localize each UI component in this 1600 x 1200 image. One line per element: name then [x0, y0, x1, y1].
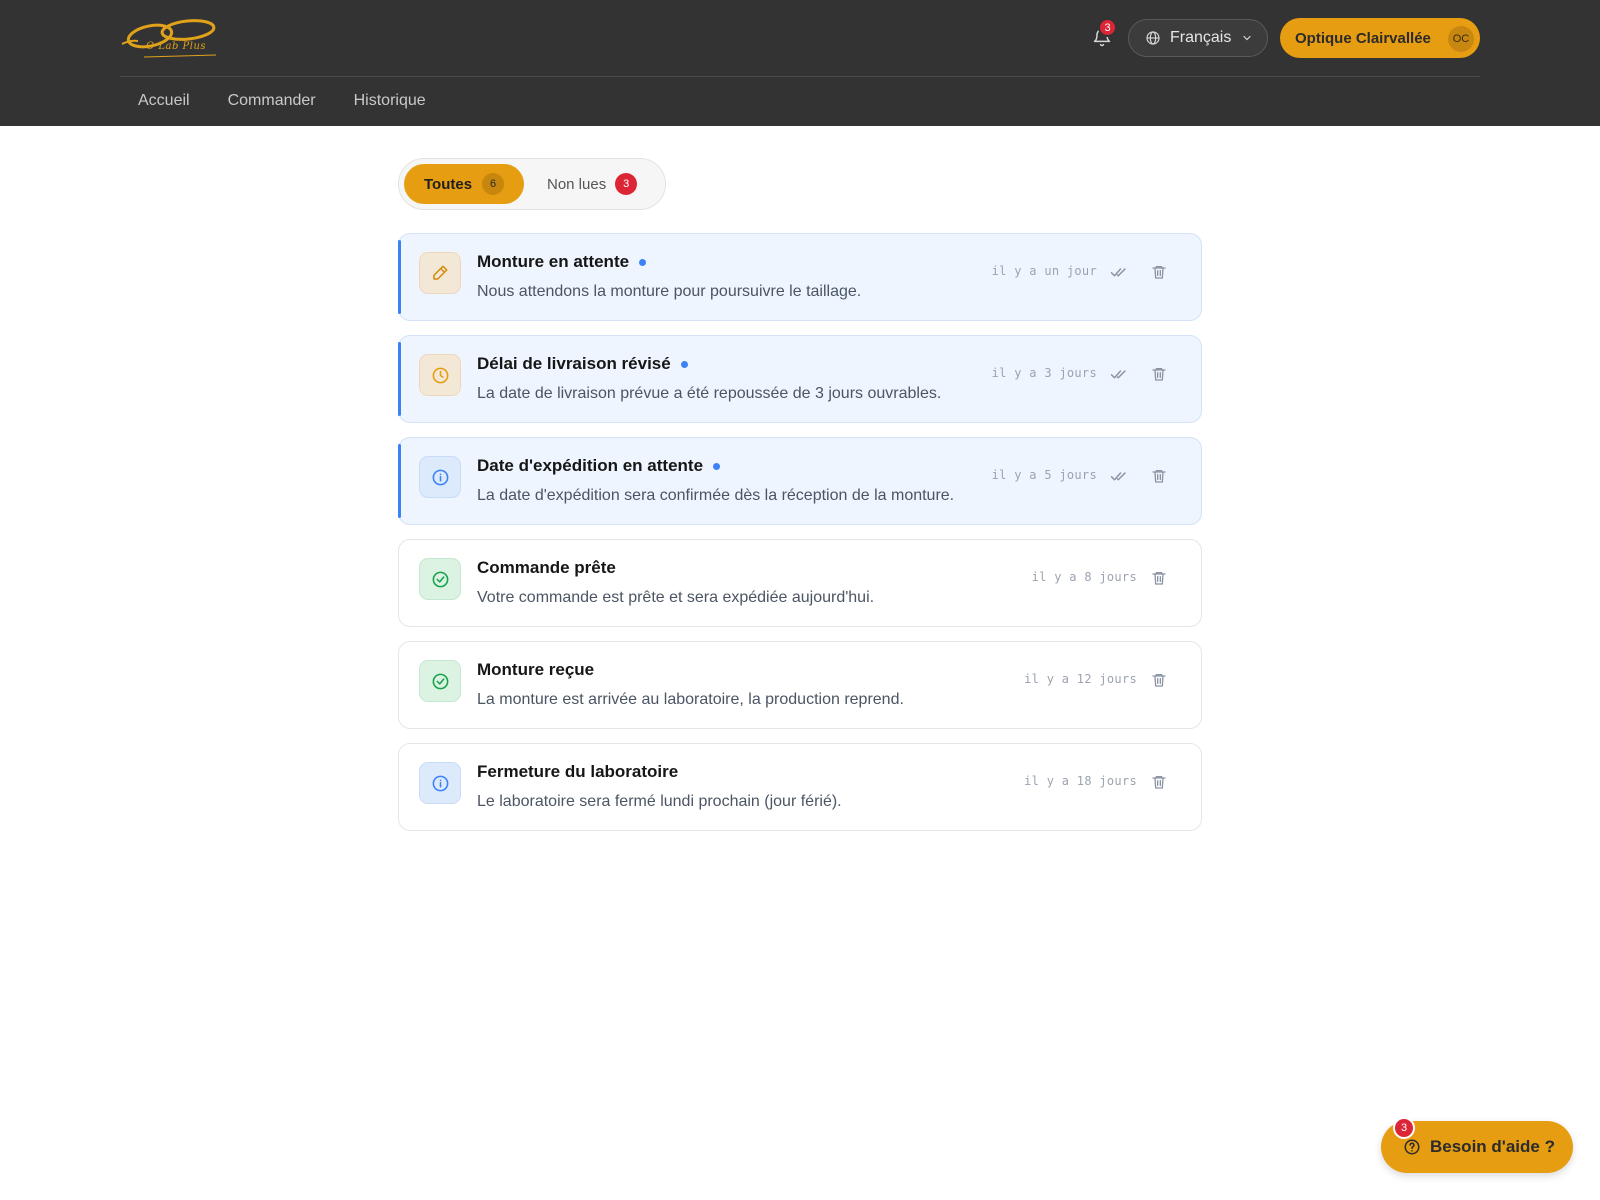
notification-title: Monture reçue: [477, 660, 594, 680]
tab-unread-count: 3: [615, 173, 638, 195]
brand-logo[interactable]: O Lab Plus: [120, 14, 220, 62]
notification-time: il y a 12 jours: [1024, 672, 1137, 686]
notification-item[interactable]: Fermeture du laboratoire Le laboratoire …: [398, 743, 1202, 831]
notification-title: Commande prête: [477, 558, 616, 578]
double-check-icon: [1110, 472, 1126, 481]
notification-message: La monture est arrivée au laboratoire, l…: [477, 691, 904, 708]
top-bar: O Lab Plus 3 Français Optique Clairvallé…: [0, 0, 1600, 126]
delete-button[interactable]: [1147, 260, 1171, 284]
trash-icon: [1152, 470, 1166, 483]
notification-time: il y a 5 jours: [991, 468, 1097, 482]
info-icon: [432, 469, 448, 485]
notification-item[interactable]: Délai de livraison révisé La date de liv…: [398, 335, 1202, 423]
logo-glasses-icon: [121, 19, 217, 58]
notification-type-icon: [419, 558, 461, 600]
notification-time: il y a 8 jours: [1031, 570, 1137, 584]
globe-icon: [1146, 31, 1160, 45]
notification-title-text: Monture en attente: [477, 252, 630, 271]
notification-type-icon: [419, 762, 461, 804]
notification-type-icon: [419, 252, 461, 294]
double-check-icon: [1110, 268, 1126, 277]
notification-title: Délai de livraison révisé: [477, 354, 688, 374]
notification-item[interactable]: Date d'expédition en attente La date d'e…: [398, 437, 1202, 525]
trash-icon: [1152, 776, 1166, 789]
notification-message: La date d'expédition sera confirmée dès …: [477, 487, 955, 504]
mark-as-read-button[interactable]: [1107, 464, 1131, 488]
notification-time: il y a 3 jours: [991, 366, 1097, 380]
language-label: Français: [1170, 29, 1232, 46]
notification-type-icon: [419, 660, 461, 702]
language-selector[interactable]: Français: [1128, 19, 1268, 57]
notification-message: La date de livraison prévue a été repous…: [477, 385, 942, 402]
chevron-down-icon: [1243, 35, 1251, 41]
tab-all-count: 6: [482, 173, 505, 195]
notification-message: Le laboratoire sera fermé lundi prochain…: [477, 793, 842, 810]
notification-count-badge: 3: [1098, 18, 1117, 37]
unread-dot: [713, 462, 721, 470]
header-divider: [120, 76, 1480, 77]
avatar: OC: [1448, 26, 1474, 52]
nav-item-accueil[interactable]: Accueil: [138, 88, 190, 110]
nav-item-historique[interactable]: Historique: [354, 88, 426, 110]
check-circle-icon: [432, 673, 448, 689]
notification-item[interactable]: Commande prête Votre commande est prête …: [398, 539, 1202, 627]
notification-title-text: Date d'expédition en attente: [477, 456, 704, 475]
notification-item[interactable]: Monture en attente Nous attendons la mon…: [398, 233, 1202, 321]
info-icon: [432, 775, 448, 791]
notification-time: il y a un jour: [991, 264, 1097, 278]
help-badge: 3: [1393, 1117, 1415, 1139]
trash-icon: [1152, 266, 1166, 279]
clock-icon: [432, 367, 448, 383]
account-menu-button[interactable]: Optique Clairvallée OC: [1280, 18, 1480, 58]
delete-button[interactable]: [1147, 566, 1171, 590]
main-nav: Accueil Commander Historique: [138, 88, 464, 110]
notification-list: Monture en attente Nous attendons la mon…: [398, 233, 1202, 845]
notification-type-icon: [419, 354, 461, 396]
notification-title: Fermeture du laboratoire: [477, 762, 678, 782]
tab-all-label: Toutes: [424, 175, 473, 193]
delete-button[interactable]: [1147, 668, 1171, 692]
notification-title: Monture en attente: [477, 252, 647, 272]
double-check-icon: [1110, 370, 1126, 379]
help-button-label: Besoin d'aide ?: [1430, 1137, 1555, 1156]
account-name: Optique Clairvallée: [1295, 29, 1431, 47]
unread-dot: [680, 360, 688, 368]
tab-unread-label: Non lues: [547, 175, 607, 193]
notification-title-text: Délai de livraison révisé: [477, 354, 671, 373]
notification-filter-tabs: Toutes 6 Non lues 3: [398, 158, 666, 210]
check-circle-icon: [432, 571, 448, 587]
notification-time: il y a 18 jours: [1024, 774, 1137, 788]
trash-icon: [1152, 674, 1166, 687]
tab-unread[interactable]: Non lues 3: [547, 164, 638, 204]
help-circle-icon: [1404, 1139, 1420, 1155]
nav-item-commander[interactable]: Commander: [228, 88, 316, 110]
notification-message: Nous attendons la monture pour poursuivr…: [477, 283, 862, 300]
notification-item[interactable]: Monture reçue La monture est arrivée au …: [398, 641, 1202, 729]
unread-dot: [639, 258, 647, 266]
trash-icon: [1152, 572, 1166, 585]
pencil-icon: [433, 265, 448, 280]
logo-wordmark: O Lab Plus: [146, 41, 207, 52]
trash-icon: [1152, 368, 1166, 381]
delete-button[interactable]: [1147, 362, 1171, 386]
top-bar-inner: O Lab Plus 3 Français Optique Clairvallé…: [120, 0, 1480, 126]
delete-button[interactable]: [1147, 770, 1171, 794]
notification-title-text: Monture reçue: [477, 660, 595, 679]
notification-title-text: Commande prête: [477, 558, 616, 577]
notification-type-icon: [419, 456, 461, 498]
notification-title-text: Fermeture du laboratoire: [477, 762, 679, 781]
notification-message: Votre commande est prête et sera expédié…: [477, 589, 875, 606]
mark-as-read-button[interactable]: [1107, 260, 1131, 284]
tab-all[interactable]: Toutes 6: [404, 164, 524, 204]
delete-button[interactable]: [1147, 464, 1171, 488]
mark-as-read-button[interactable]: [1107, 362, 1131, 386]
notification-title: Date d'expédition en attente: [477, 456, 721, 476]
